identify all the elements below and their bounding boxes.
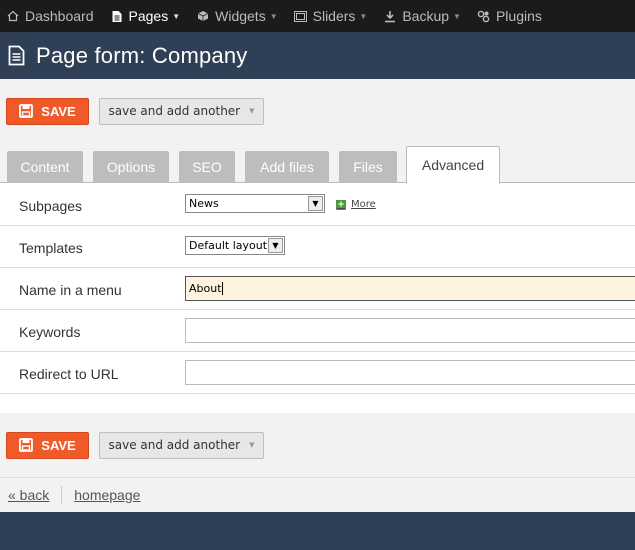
chevron-down-icon: ▼ — [249, 441, 255, 449]
nav-pages[interactable]: Pages ▼ — [104, 0, 191, 32]
subpages-selected: News — [189, 197, 219, 210]
tab-content[interactable]: Content — [7, 151, 83, 183]
save-and-add-another-label: save and add another — [108, 104, 241, 118]
link-icon — [477, 9, 491, 23]
form-tabs: Content Options SEO Add files Files Adva… — [0, 143, 635, 184]
save-and-add-another-button[interactable]: save and add another ▼ — [99, 97, 264, 125]
floppy-icon — [19, 104, 34, 118]
top-navigation: Dashboard Pages ▼ Widgets ▼ Sliders ▼ Ba… — [0, 0, 635, 32]
tab-advanced[interactable]: Advanced — [406, 146, 500, 184]
save-button[interactable]: SAVE — [6, 97, 89, 125]
back-link[interactable]: « back — [8, 487, 49, 503]
tab-add-files[interactable]: Add files — [245, 151, 329, 183]
tab-files[interactable]: Files — [339, 151, 397, 183]
subpages-select[interactable]: News ▼ — [185, 194, 325, 213]
chevron-down-icon: ▼ — [172, 11, 181, 21]
nav-widgets[interactable]: Widgets ▼ — [190, 0, 288, 32]
form-row-redirect: Redirect to URL — [0, 352, 635, 394]
nav-backup[interactable]: Backup ▼ — [377, 0, 471, 32]
select-arrow-icon: ▼ — [268, 238, 283, 253]
bottom-bar — [0, 512, 635, 550]
nav-dashboard-label: Dashboard — [25, 8, 94, 24]
nav-sliders-label: Sliders — [312, 8, 356, 24]
image-icon — [294, 9, 308, 23]
download-icon — [383, 9, 397, 23]
keywords-label: Keywords — [19, 324, 81, 340]
keywords-input[interactable] — [185, 318, 635, 343]
more-link-label: More — [351, 199, 376, 210]
nav-dashboard[interactable]: Dashboard — [0, 0, 104, 32]
form-row-subpages: Subpages News ▼ + More — [0, 184, 635, 226]
home-icon — [6, 9, 20, 23]
cube-icon — [196, 9, 210, 23]
tab-options[interactable]: Options — [93, 151, 169, 183]
save-button-label: SAVE — [41, 103, 76, 119]
form-row-keywords: Keywords — [0, 310, 635, 352]
floppy-icon — [19, 438, 34, 452]
save-and-add-another-button[interactable]: save and add another ▼ — [99, 431, 264, 459]
templates-label: Templates — [19, 240, 83, 256]
form-row-menu-name: Name in a menu About — [0, 268, 635, 310]
templates-selected: Default layout — [189, 239, 268, 252]
tab-seo[interactable]: SEO — [179, 151, 235, 183]
select-arrow-icon: ▼ — [308, 196, 323, 211]
chevron-down-icon: ▼ — [453, 11, 461, 21]
footer-links: « back homepage — [0, 477, 635, 512]
nav-pages-label: Pages — [128, 8, 169, 24]
nav-backup-label: Backup — [402, 8, 450, 24]
menu-name-label: Name in a menu — [19, 282, 122, 298]
advanced-form: Subpages News ▼ + More Templates Default… — [0, 184, 635, 394]
menu-name-value: About — [189, 282, 222, 295]
more-link[interactable]: + More — [336, 199, 376, 210]
form-row-templates: Templates Default layout ▼ — [0, 226, 635, 268]
redirect-label: Redirect to URL — [19, 366, 119, 382]
nav-plugins-label: Plugins — [495, 8, 542, 24]
bottom-toolbar: SAVE save and add another ▼ — [0, 413, 635, 477]
save-button-label: SAVE — [41, 437, 76, 453]
page-title: Page form: Company — [36, 42, 248, 68]
chevron-down-icon: ▼ — [359, 11, 368, 21]
document-icon — [110, 9, 124, 23]
nav-plugins[interactable]: Plugins — [471, 0, 552, 32]
chevron-down-icon: ▼ — [269, 11, 278, 21]
chevron-down-icon: ▼ — [249, 107, 255, 115]
homepage-link[interactable]: homepage — [74, 487, 140, 503]
nav-widgets-label: Widgets — [215, 8, 266, 24]
redirect-url-input[interactable] — [185, 360, 635, 385]
page-header: Page form: Company — [0, 32, 635, 79]
menu-name-input[interactable]: About — [185, 276, 635, 301]
text-cursor — [221, 282, 223, 295]
save-button[interactable]: SAVE — [6, 431, 89, 459]
plus-icon: + — [336, 199, 346, 210]
nav-sliders[interactable]: Sliders ▼ — [288, 0, 378, 32]
templates-select[interactable]: Default layout ▼ — [185, 236, 285, 255]
divider — [61, 486, 63, 504]
document-icon — [8, 45, 26, 67]
top-toolbar: SAVE save and add another ▼ — [0, 79, 635, 143]
subpages-label: Subpages — [19, 198, 83, 214]
save-and-add-another-label: save and add another — [108, 438, 241, 452]
